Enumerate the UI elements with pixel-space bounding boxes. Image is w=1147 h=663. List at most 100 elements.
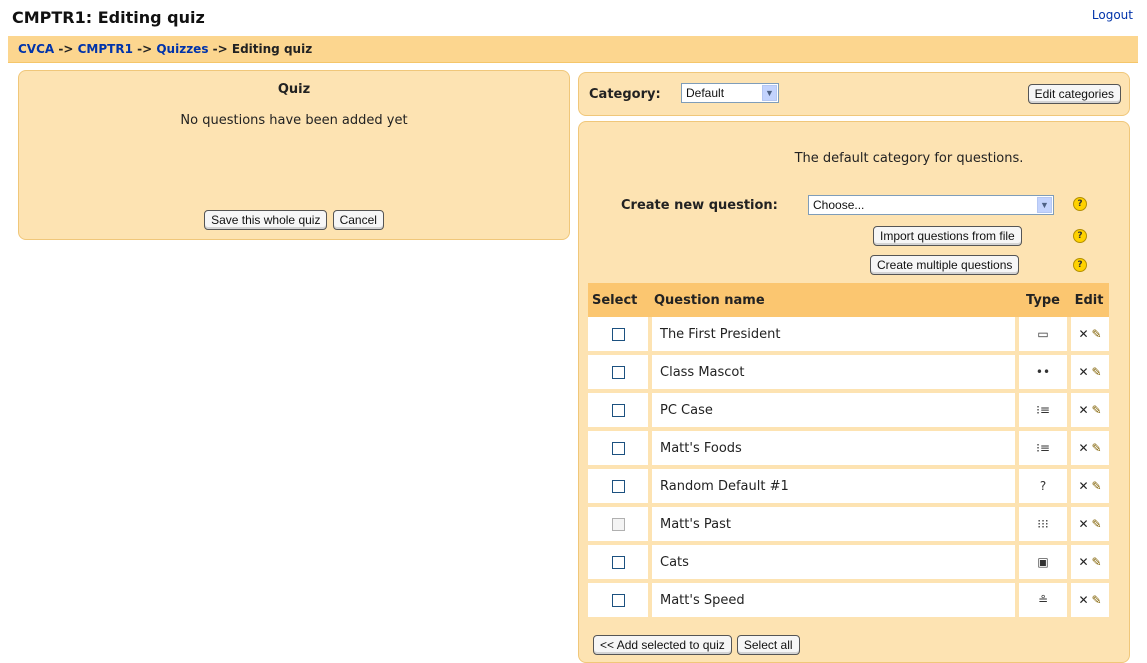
edit-icon[interactable]: ✎ [1092,479,1102,493]
category-select[interactable]: Default ▼ [681,83,779,103]
delete-icon[interactable]: ✕ [1078,327,1088,341]
edit-icon[interactable]: ✎ [1092,555,1102,569]
create-question-select[interactable]: Choose... ▼ [808,195,1054,215]
type-cell: ? [1015,467,1069,507]
quiz-panel-title: Quiz [277,82,311,97]
breadcrumb-current: Editing quiz [231,42,313,56]
breadcrumb-quizzes-link[interactable]: Quizzes [156,42,208,56]
delete-icon[interactable]: ✕ [1078,441,1088,455]
type-cell: ⁝⁝⁝ [1015,505,1069,545]
type-cell: ≗ [1015,581,1069,621]
select-cell [588,581,650,621]
edit-cell: ✕ ✎ [1067,581,1109,621]
short-answer-icon: ▭ [1037,326,1049,341]
table-row: Random Default #1? ✕ ✎ [588,467,1109,507]
edit-cell: ✕ ✎ [1067,317,1109,355]
delete-icon[interactable]: ✕ [1078,403,1088,417]
create-multiple-button[interactable]: Create multiple questions [870,255,1020,275]
edit-icon[interactable]: ✎ [1092,517,1102,531]
breadcrumb-separator: -> [137,42,153,56]
bank-actions: << Add selected to quiz Select all [593,634,800,655]
add-selected-button[interactable]: << Add selected to quiz [593,635,732,655]
breadcrumb: CVCA -> CMPTR1 -> Quizzes -> Editing qui… [18,42,312,56]
category-panel: Category: Default ▼ Edit categories [578,72,1130,116]
import-questions-button[interactable]: Import questions from file [873,226,1022,246]
delete-icon[interactable]: ✕ [1078,365,1088,379]
edit-icon[interactable]: ✎ [1092,403,1102,417]
select-checkbox[interactable] [611,555,625,569]
question-mark-icon[interactable]: ? [1073,229,1087,243]
table-row: PC Case ⁝≡ ✕ ✎ [588,391,1109,431]
multiple-choice-icon: ⁝≡ [1036,402,1050,417]
page-title: CMPTR1: Editing quiz [12,8,205,27]
edit-cell: ✕ ✎ [1067,467,1109,507]
edit-column-header: Edit [1069,283,1109,317]
category-label: Category: [589,87,661,102]
quiz-panel: Quiz No questions have been added yet Sa… [18,70,570,240]
multiple-choice-icon: ⁝≡ [1036,440,1050,455]
question-mark-icon[interactable]: ? [1073,258,1087,272]
category-description: The default category for questions. [794,151,1024,166]
select-cell [588,429,650,469]
table-row: Cats ▣ ✕ ✎ [588,543,1109,583]
type-cell: ▭ [1015,317,1069,355]
select-checkbox[interactable] [611,403,625,417]
table-row: Class Mascot •• ✕ ✎ [588,353,1109,393]
header-bar: CMPTR1: Editing quiz Logout [0,0,1147,34]
question-table: Select Question name Type Edit The First… [588,283,1109,621]
breadcrumb-bar: CVCA -> CMPTR1 -> Quizzes -> Editing qui… [8,36,1138,63]
edit-cell: ✕ ✎ [1067,429,1109,469]
question-mark-icon[interactable]: ? [1073,197,1087,211]
chevron-down-icon[interactable]: ▼ [1037,197,1052,213]
breadcrumb-cvca-link[interactable]: CVCA [18,42,54,56]
type-cell: ⁝≡ [1015,429,1069,469]
question-name: Matt's Foods [648,429,1017,469]
edit-icon[interactable]: ✎ [1092,327,1102,341]
select-cell [588,353,650,393]
logout-link[interactable]: Logout [1092,8,1133,22]
select-checkbox[interactable] [611,365,625,379]
select-cell [588,391,650,431]
table-row: Matt's Past ⁝⁝⁝ ✕ ✎ [588,505,1109,545]
question-name: PC Case [648,391,1017,431]
delete-icon[interactable]: ✕ [1078,479,1088,493]
select-checkbox[interactable] [611,593,625,607]
question-bank-panel: The default category for questions. Crea… [578,121,1130,663]
edit-icon[interactable]: ✎ [1092,441,1102,455]
type-cell: ▣ [1015,543,1069,583]
question-name: The First President [648,317,1017,355]
delete-icon[interactable]: ✕ [1078,555,1088,569]
create-question-label: Create new question: [621,198,778,213]
delete-icon[interactable]: ✕ [1078,517,1088,531]
question-name: Matt's Speed [648,581,1017,621]
select-all-button[interactable]: Select all [736,635,800,655]
chevron-down-icon[interactable]: ▼ [762,85,777,101]
breadcrumb-separator: -> [58,42,74,56]
breadcrumb-course-link[interactable]: CMPTR1 [78,42,133,56]
edit-cell: ✕ ✎ [1067,505,1109,545]
edit-icon[interactable]: ✎ [1092,365,1102,379]
select-checkbox[interactable] [611,517,625,531]
table-row: The First President ▭ ✕ ✎ [588,317,1109,355]
select-cell [588,317,650,355]
cancel-button[interactable]: Cancel [332,210,384,230]
select-cell [588,505,650,545]
edit-icon[interactable]: ✎ [1092,593,1102,607]
true-false-icon: •• [1035,364,1051,379]
select-cell [588,467,650,507]
breadcrumb-separator: -> [212,42,228,56]
select-checkbox[interactable] [611,441,625,455]
save-quiz-button[interactable]: Save this whole quiz [204,210,328,230]
no-questions-message: No questions have been added yet [180,113,408,128]
select-checkbox[interactable] [611,327,625,341]
type-cell: ⁝≡ [1015,391,1069,431]
select-checkbox[interactable] [611,479,625,493]
random-icon: ? [1039,478,1047,493]
create-question-select-value: Choose... [813,198,865,212]
edit-categories-button[interactable]: Edit categories [1027,84,1121,104]
table-row: Matt's Foods ⁝≡ ✕ ✎ [588,429,1109,469]
numerical-icon: ≗ [1037,592,1049,607]
type-cell: •• [1015,353,1069,393]
select-column-header: Select [588,283,650,317]
delete-icon[interactable]: ✕ [1078,593,1088,607]
